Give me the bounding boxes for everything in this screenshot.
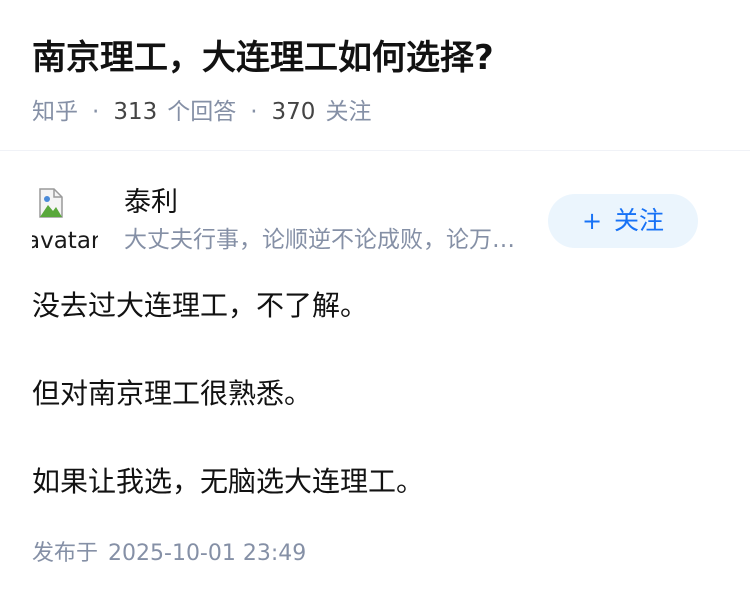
- avatar-alt-text: avatar: [32, 228, 98, 253]
- answer-footer: 发布于 2025-10-01 23:49: [32, 538, 306, 570]
- follow-button[interactable]: + 关注: [548, 194, 698, 248]
- follow-label: 关注: [614, 206, 665, 235]
- question-title[interactable]: 南京理工，大连理工如何选择?: [32, 34, 718, 82]
- answers-count: 313: [113, 99, 158, 125]
- separator-dot: ·: [250, 99, 258, 125]
- followers-count: 370: [271, 99, 316, 125]
- separator-dot: ·: [92, 99, 100, 125]
- answer-paragraph: 如果让我选，无脑选大连理工。: [32, 465, 425, 498]
- answers-label[interactable]: 个回答: [167, 96, 236, 128]
- plus-icon: +: [581, 207, 603, 235]
- author-name[interactable]: 泰利: [124, 185, 544, 221]
- answer-paragraph: 但对南京理工很熟悉。: [32, 377, 313, 410]
- answer-content: 没去过大连理工，不了解。 但对南京理工很熟悉。 如果让我选，无脑选大连理工。: [32, 288, 718, 552]
- followers-label: 关注: [325, 99, 372, 125]
- avatar[interactable]: avatar: [32, 187, 98, 253]
- answer-paragraph: 没去过大连理工，不了解。: [32, 289, 369, 322]
- divider: [0, 150, 750, 151]
- broken-image-icon: [39, 188, 63, 218]
- author-row: avatar 泰利 大丈夫行事，论顺逆不论成败，论万世不论一生。 + 关注: [32, 185, 698, 257]
- author-bio: 大丈夫行事，论顺逆不论成败，论万世不论一生。: [124, 227, 534, 253]
- question-meta: 知乎 · 313 个回答 · 370 关注: [32, 96, 718, 128]
- published-time: 2025-10-01 23:49: [108, 541, 307, 566]
- question-header: 南京理工，大连理工如何选择? 知乎 · 313 个回答 · 370 关注: [32, 34, 718, 128]
- published-label: 发布于: [32, 541, 99, 566]
- site-name[interactable]: 知乎: [32, 96, 78, 128]
- answer-page: 南京理工，大连理工如何选择? 知乎 · 313 个回答 · 370 关注 ava…: [0, 0, 750, 606]
- author-info: 泰利 大丈夫行事，论顺逆不论成败，论万世不论一生。: [124, 185, 544, 255]
